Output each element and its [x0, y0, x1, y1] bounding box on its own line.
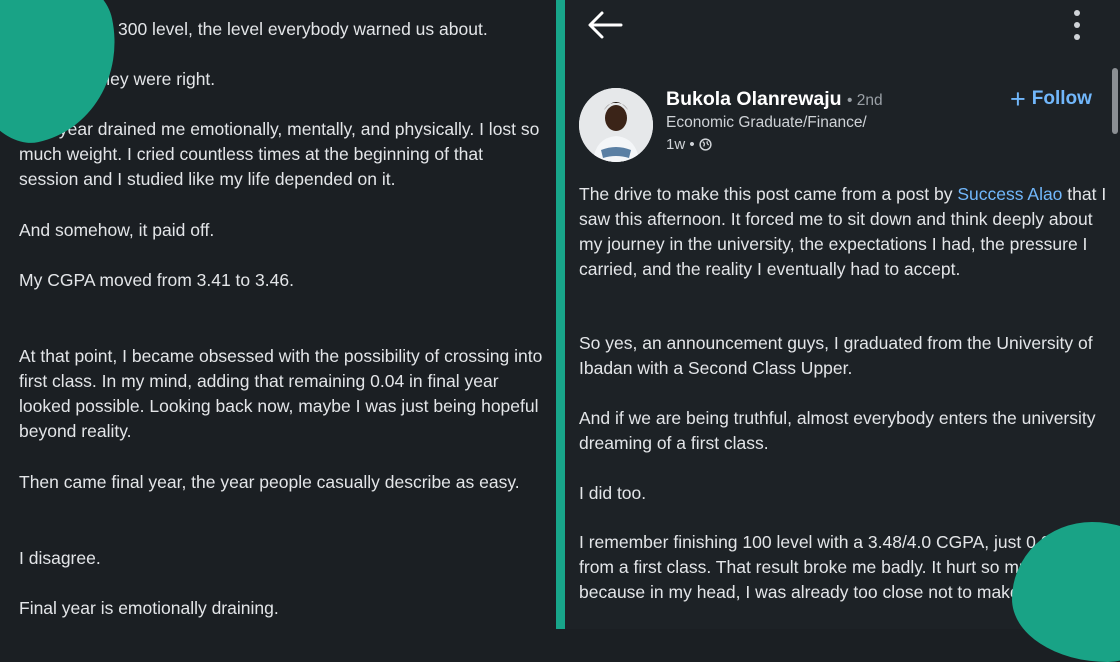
paragraph: Then came final year, the year people ca… [19, 472, 520, 492]
author-headline: Economic Graduate/Finance/ [666, 114, 867, 131]
post-paragraph: So yes, an announcement guys, I graduate… [579, 333, 1093, 378]
avatar[interactable] [579, 88, 653, 162]
post-paragraph: I did too. [579, 483, 647, 503]
author-name[interactable]: Bukola Olanrewaju [666, 88, 842, 111]
post-panel: Bukola Olanrewaju • 2nd Economic Graduat… [565, 0, 1120, 629]
follow-label: Follow [1031, 88, 1092, 109]
globe-icon [698, 138, 712, 151]
scrollbar[interactable] [1112, 68, 1118, 134]
paragraph: At that point, I became obsessed with th… [19, 346, 543, 441]
connection-degree: • 2nd [847, 92, 883, 109]
paragraph: My CGPA moved from 3.41 to 3.46. [19, 270, 294, 290]
post-paragraph: And if we are being truthful, almost eve… [579, 408, 1096, 453]
more-vertical-icon[interactable] [1065, 8, 1089, 44]
post-meta: 1w • [666, 136, 712, 153]
mention-link[interactable]: Success Alao [957, 184, 1062, 204]
follow-button[interactable]: + Follow [1010, 84, 1092, 114]
paragraph: Final year is emotionally draining. [19, 598, 279, 618]
post-text: The drive to make this post came from a … [579, 184, 958, 204]
paragraph: I disagree. [19, 548, 101, 568]
post-paragraph: The drive to make this post came from a … [579, 182, 1107, 282]
paragraph: That year drained me emotionally, mental… [19, 119, 540, 189]
paragraph: 300 level, the level everybody warned us… [118, 19, 488, 39]
panel-divider [556, 0, 565, 629]
back-arrow-icon[interactable] [585, 8, 625, 42]
post-age: 1w • [666, 136, 695, 153]
plus-icon: + [1010, 84, 1026, 114]
paragraph: And somehow, it paid off. [19, 220, 215, 240]
